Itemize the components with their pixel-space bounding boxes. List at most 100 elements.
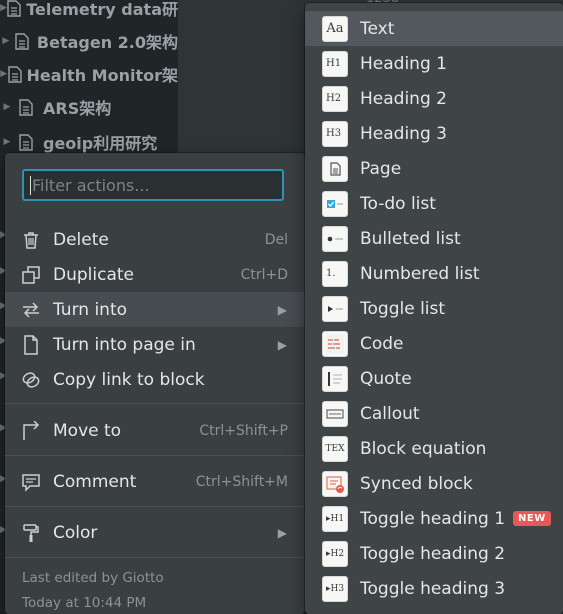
sidebar-page-item[interactable]: ▶ Betagen 2.0架构 [0, 25, 178, 57]
page-icon [322, 155, 348, 182]
sidebar-page-item[interactable]: ▶ Telemetry data研 [0, 0, 178, 24]
menu-divider [5, 506, 305, 507]
turn-into-icon [21, 300, 53, 320]
turn-into-todo-label: To-do list [360, 193, 436, 214]
color-menu-item[interactable]: Color ▶ [5, 515, 305, 550]
text-icon: Aa [322, 15, 348, 42]
turn-into-toggle-heading-1[interactable]: ▸ H1 Toggle heading 1 NEW [305, 501, 563, 536]
comment-shortcut: Ctrl+Shift+M [195, 473, 288, 490]
turn-into-heading-2-label: Heading 2 [360, 88, 447, 109]
submenu-arrow-icon: ▶ [277, 337, 287, 352]
sidebar-page-label: Betagen 2.0架构 [36, 33, 178, 52]
turn-into-menu-item[interactable]: Turn into ▶ [5, 292, 305, 327]
turn-into-block-equation[interactable]: TEX Block equation [305, 431, 563, 466]
turn-into-toggle-heading-2-label: Toggle heading 2 [360, 543, 506, 564]
turn-into-toggle-heading-3[interactable]: ▸ H3 Toggle heading 3 [305, 571, 563, 606]
turn-into-code-label: Code [360, 333, 404, 354]
heading3-icon: H3 [322, 120, 348, 147]
expand-triangle-icon[interactable]: ▶ [0, 3, 7, 13]
comment-label: Comment [53, 471, 137, 492]
turn-into-toggle-heading-1-label: Toggle heading 1 [360, 508, 506, 529]
toggle-heading1-icon-text: H1 [330, 513, 345, 524]
turn-into-todo[interactable]: To-do list [305, 186, 563, 221]
turn-into-callout[interactable]: Callout [305, 396, 563, 431]
link-icon [21, 370, 53, 390]
submenu-arrow-icon: ▶ [277, 302, 287, 317]
expand-triangle-icon[interactable]: ▶ [0, 137, 14, 147]
sidebar-page-item[interactable]: ▶ Health Monitor架 [0, 58, 178, 90]
expand-triangle-icon[interactable]: ▶ [0, 36, 12, 46]
turn-into-heading-3-label: Heading 3 [360, 123, 447, 144]
turn-into-page[interactable]: Page [305, 151, 563, 186]
page-icon [21, 334, 53, 355]
delete-label: Delete [53, 229, 109, 250]
heading1-icon: H1 [322, 50, 348, 77]
turn-into-text-label: Text [360, 18, 395, 39]
turn-into-heading-1[interactable]: H1 Heading 1 [305, 46, 563, 81]
todo-icon [322, 190, 348, 217]
copy-link-menu-item[interactable]: Copy link to block [5, 362, 305, 397]
last-edited-by: Last edited by Giotto [22, 570, 164, 586]
page-icon [12, 32, 32, 50]
toggle-heading3-icon-text: H3 [330, 583, 345, 594]
turn-into-toggle-heading-2[interactable]: ▸ H2 Toggle heading 2 [305, 536, 563, 571]
text-cursor [30, 176, 31, 195]
menu-divider [5, 557, 305, 558]
turn-into-toggle-list[interactable]: Toggle list [305, 291, 563, 326]
turn-into-callout-label: Callout [360, 403, 420, 424]
toggle-heading2-icon: ▸ H2 [322, 540, 348, 567]
turn-into-text[interactable]: Aa Text [305, 11, 563, 46]
move-to-menu-item[interactable]: Move to Ctrl+Shift+P [5, 413, 305, 448]
page-icon [7, 0, 21, 17]
move-to-label: Move to [53, 420, 122, 441]
callout-icon [322, 400, 348, 427]
turn-into-bulleted-list[interactable]: Bulleted list [305, 221, 563, 256]
toggle-heading1-icon: ▸ H1 [322, 505, 348, 532]
quote-icon [322, 365, 348, 392]
heading2-icon: H2 [322, 85, 348, 112]
turn-into-numbered-list-label: Numbered list [360, 263, 480, 284]
move-to-icon [21, 420, 53, 441]
delete-menu-item[interactable]: Delete Del [5, 222, 305, 257]
duplicate-menu-item[interactable]: Duplicate Ctrl+D [5, 257, 305, 292]
submenu-arrow-icon: ▶ [277, 525, 287, 540]
toggle-heading2-icon-text: H2 [330, 548, 345, 559]
new-badge: NEW [513, 511, 551, 526]
turn-into-label: Turn into [53, 299, 128, 320]
page-icon [14, 133, 38, 151]
code-icon [322, 330, 348, 357]
duplicate-label: Duplicate [53, 264, 134, 285]
turn-into-block-equation-label: Block equation [360, 438, 487, 459]
trash-icon [21, 230, 53, 250]
bulleted-list-icon [322, 225, 348, 252]
color-label: Color [53, 522, 98, 543]
turn-into-quote[interactable]: Quote [305, 361, 563, 396]
equation-icon: TEX [322, 435, 348, 462]
menu-divider [5, 455, 305, 456]
sidebar-page-label: Health Monitor架 [26, 66, 178, 85]
duplicate-icon [21, 265, 53, 285]
menu-divider [5, 403, 305, 404]
expand-triangle-icon[interactable]: ▶ [0, 102, 14, 112]
turn-into-page-label: Page [360, 158, 402, 179]
last-edited-time: Today at 10:44 PM [22, 595, 147, 611]
turn-into-page-in-menu-item[interactable]: Turn into page in ▶ [5, 327, 305, 362]
expand-triangle-icon[interactable]: ▶ [0, 69, 8, 79]
sidebar-page-item[interactable]: ▶ ARS架构 [0, 91, 178, 123]
sidebar-page-label: Telemetry data研 [26, 0, 178, 19]
turn-into-numbered-list[interactable]: 1. Numbered list [305, 256, 563, 291]
turn-into-code[interactable]: Code [305, 326, 563, 361]
turn-into-bulleted-list-label: Bulleted list [360, 228, 461, 249]
turn-into-page-in-label: Turn into page in [53, 334, 196, 355]
turn-into-heading-3[interactable]: H3 Heading 3 [305, 116, 563, 151]
filter-actions-input[interactable] [22, 169, 284, 201]
turn-into-heading-2[interactable]: H2 Heading 2 [305, 81, 563, 116]
page-icon [14, 98, 38, 116]
synced-block-icon [322, 470, 348, 497]
toggle-heading3-icon: ▸ H3 [322, 575, 348, 602]
move-to-shortcut: Ctrl+Shift+P [199, 422, 288, 439]
comment-menu-item[interactable]: Comment Ctrl+Shift+M [5, 464, 305, 499]
turn-into-synced-block[interactable]: Synced block [305, 466, 563, 501]
delete-shortcut: Del [264, 231, 288, 248]
toggle-list-icon [322, 295, 348, 322]
